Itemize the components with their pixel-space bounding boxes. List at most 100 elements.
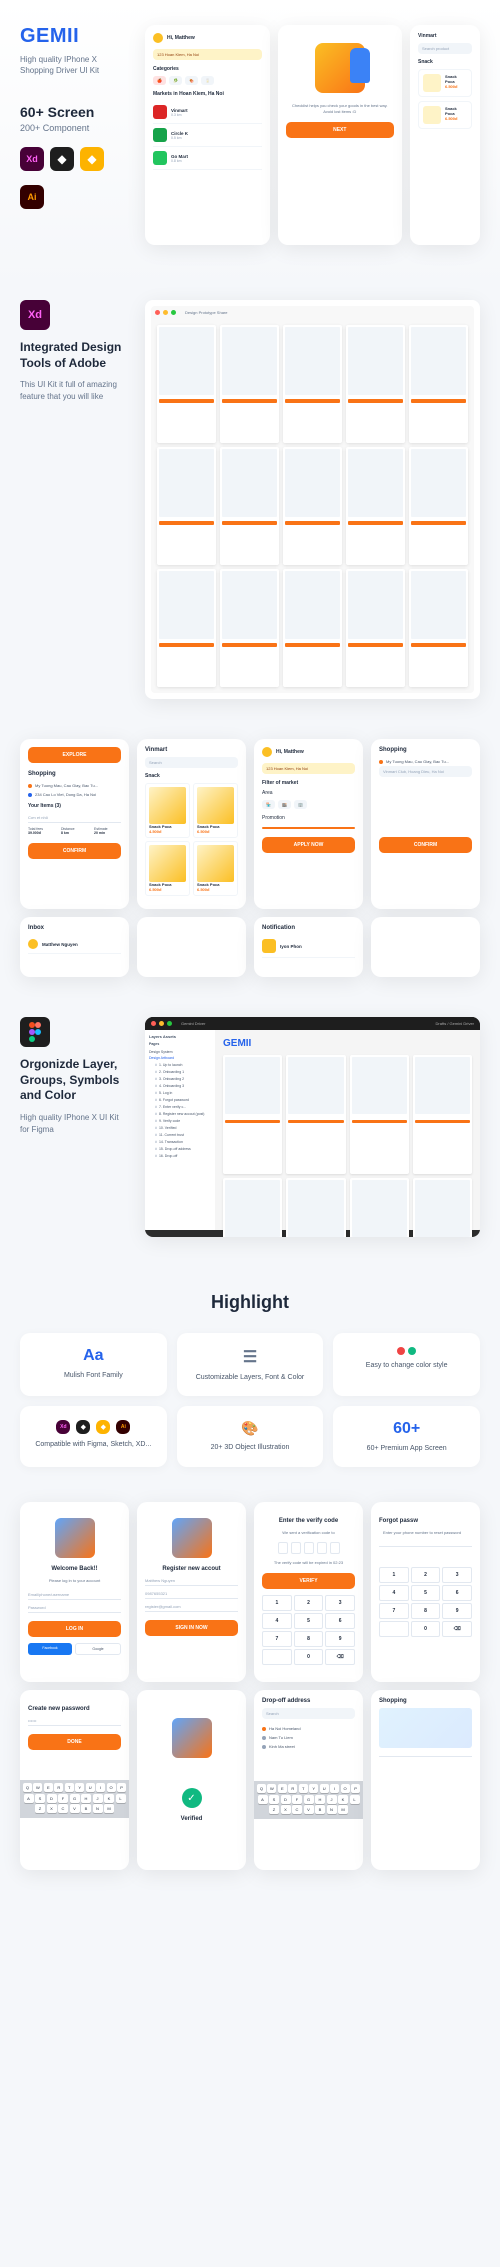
keyboard-key[interactable]: T xyxy=(299,1784,308,1793)
layer-item[interactable]: 3. Onboarding 2 xyxy=(149,1075,211,1082)
keypad-key[interactable]: 4 xyxy=(379,1585,409,1601)
keypad-key[interactable]: 2 xyxy=(294,1595,324,1611)
layer-item[interactable]: 14. Transaction xyxy=(149,1138,211,1145)
done-button[interactable]: DONE xyxy=(28,1734,121,1750)
map-view[interactable] xyxy=(379,1708,472,1748)
search-input[interactable]: Vinmart Club, Hoang Dieu, Ha Noi xyxy=(379,766,472,777)
layer-item[interactable]: 2. Onboarding 1 xyxy=(149,1068,211,1075)
keyboard-key[interactable]: H xyxy=(81,1794,91,1803)
keyboard-key[interactable]: R xyxy=(288,1784,297,1793)
login-button[interactable]: LOG IN xyxy=(28,1621,121,1637)
keyboard-key[interactable]: D xyxy=(47,1794,57,1803)
password-field[interactable]: Password xyxy=(28,1603,121,1613)
keyboard-key[interactable]: R xyxy=(54,1783,63,1792)
confirm-button[interactable]: CONFIRM xyxy=(28,843,121,859)
keyboard-key[interactable]: C xyxy=(58,1804,68,1813)
keypad-key[interactable]: 4 xyxy=(262,1613,292,1629)
keypad-key[interactable]: 9 xyxy=(442,1603,472,1619)
keyboard-key[interactable]: J xyxy=(327,1795,337,1804)
layer-item[interactable]: 7. Enter verify c... xyxy=(149,1103,211,1110)
keyboard-key[interactable]: H xyxy=(315,1795,325,1804)
keyboard-key[interactable]: U xyxy=(320,1784,329,1793)
email-field[interactable]: register@gmail.com xyxy=(145,1602,238,1612)
keyboard-key[interactable]: V xyxy=(304,1805,314,1814)
keyboard-key[interactable]: W xyxy=(33,1783,42,1792)
keyboard-key[interactable]: G xyxy=(70,1794,80,1803)
confirm-button[interactable]: CONFIRM xyxy=(379,837,472,853)
keyboard-key[interactable]: A xyxy=(258,1795,268,1804)
keypad-key[interactable]: 7 xyxy=(262,1631,292,1647)
keyboard-key[interactable]: X xyxy=(47,1804,57,1813)
search-input[interactable]: Search xyxy=(145,757,238,768)
code-input[interactable] xyxy=(262,1542,355,1554)
keypad-key[interactable]: 6 xyxy=(442,1585,472,1601)
search-input[interactable]: Search product xyxy=(418,43,472,54)
keyboard-key[interactable]: U xyxy=(86,1783,95,1792)
keypad-key[interactable]: 8 xyxy=(294,1631,324,1647)
keyboard-key[interactable]: K xyxy=(104,1794,114,1803)
keyboard-key[interactable]: O xyxy=(341,1784,350,1793)
keyboard-key[interactable]: P xyxy=(117,1783,126,1792)
keyboard-key[interactable]: M xyxy=(104,1804,114,1813)
keyboard-key[interactable]: K xyxy=(338,1795,348,1804)
keyboard-key[interactable]: W xyxy=(267,1784,276,1793)
apply-button[interactable]: APPLY NOW xyxy=(262,837,355,853)
keyboard-key[interactable]: J xyxy=(93,1794,103,1803)
explore-button[interactable]: EXPLORE xyxy=(28,747,121,763)
verify-button[interactable]: VERIFY xyxy=(262,1573,355,1589)
keyboard-key[interactable]: X xyxy=(281,1805,291,1814)
layer-item[interactable]: 1. Up to launch xyxy=(149,1061,211,1068)
keyboard-key[interactable]: V xyxy=(70,1804,80,1813)
keypad-key[interactable]: ⌫ xyxy=(442,1621,472,1637)
layer-item[interactable]: 5. Log in xyxy=(149,1089,211,1096)
signup-button[interactable]: SIGN IN NOW xyxy=(145,1620,238,1636)
keypad-key[interactable]: 2 xyxy=(411,1567,441,1583)
phone-field[interactable]: 0987655321 xyxy=(145,1589,238,1599)
layer-item[interactable]: 4. Onboarding 3 xyxy=(149,1082,211,1089)
layer-item[interactable]: 8. Register new accout (post) xyxy=(149,1110,211,1117)
keypad-key[interactable]: 7 xyxy=(379,1603,409,1619)
keyboard-key[interactable]: Z xyxy=(269,1805,279,1814)
keypad-key[interactable]: 3 xyxy=(442,1567,472,1583)
layer-item[interactable]: 11. Current trust xyxy=(149,1131,211,1138)
keyboard-key[interactable]: I xyxy=(96,1783,105,1792)
name-field[interactable]: Matthew Nguyen xyxy=(145,1576,238,1586)
keyboard-key[interactable]: S xyxy=(35,1794,45,1803)
layer-item[interactable]: 15. Drop-off address xyxy=(149,1145,211,1152)
keyboard-key[interactable]: Z xyxy=(35,1804,45,1813)
next-button[interactable]: NEXT xyxy=(286,122,395,138)
keyboard-key[interactable]: C xyxy=(292,1805,302,1814)
keypad-key[interactable]: 1 xyxy=(262,1595,292,1611)
keypad-key[interactable]: ⌫ xyxy=(325,1649,355,1665)
keyboard-key[interactable]: Q xyxy=(257,1784,266,1793)
keyboard-key[interactable]: O xyxy=(107,1783,116,1792)
keyboard-key[interactable]: E xyxy=(44,1783,53,1792)
google-button[interactable]: Google xyxy=(75,1643,121,1655)
keypad-key[interactable]: 6 xyxy=(325,1613,355,1629)
keypad-key[interactable]: 3 xyxy=(325,1595,355,1611)
keypad-key[interactable]: 1 xyxy=(379,1567,409,1583)
keyboard-key[interactable]: F xyxy=(292,1795,302,1804)
keyboard-key[interactable]: S xyxy=(269,1795,279,1804)
keypad-key[interactable]: 0 xyxy=(411,1621,441,1637)
keyboard-key[interactable]: N xyxy=(93,1804,103,1813)
keypad-key[interactable] xyxy=(262,1649,292,1665)
keyboard-key[interactable]: B xyxy=(81,1804,91,1813)
layer-item[interactable]: 6. Forgot password xyxy=(149,1096,211,1103)
layer-item[interactable]: 10. Verified xyxy=(149,1124,211,1131)
keypad-key[interactable]: 5 xyxy=(411,1585,441,1601)
keyboard-key[interactable]: E xyxy=(278,1784,287,1793)
keypad-key[interactable]: 9 xyxy=(325,1631,355,1647)
keyboard-key[interactable]: L xyxy=(116,1794,126,1803)
layers-tab[interactable]: Layers Assets xyxy=(149,1034,211,1039)
keyboard-key[interactable]: L xyxy=(350,1795,360,1804)
keyboard-key[interactable]: P xyxy=(351,1784,360,1793)
email-field[interactable]: Email/phone/username xyxy=(28,1590,121,1600)
keypad-key[interactable] xyxy=(379,1621,409,1637)
layer-item[interactable]: 16. Drop-off xyxy=(149,1152,211,1159)
search-input[interactable]: Search xyxy=(262,1708,355,1719)
keyboard[interactable]: QWERTYUIOP ASDFGHJKL ZXCVBNM xyxy=(254,1781,363,1819)
keyboard[interactable]: QWERTYUIOP ASDFGHJKL ZXCVBNM xyxy=(20,1780,129,1818)
keyboard-key[interactable]: G xyxy=(304,1795,314,1804)
keyboard-key[interactable]: Q xyxy=(23,1783,32,1792)
